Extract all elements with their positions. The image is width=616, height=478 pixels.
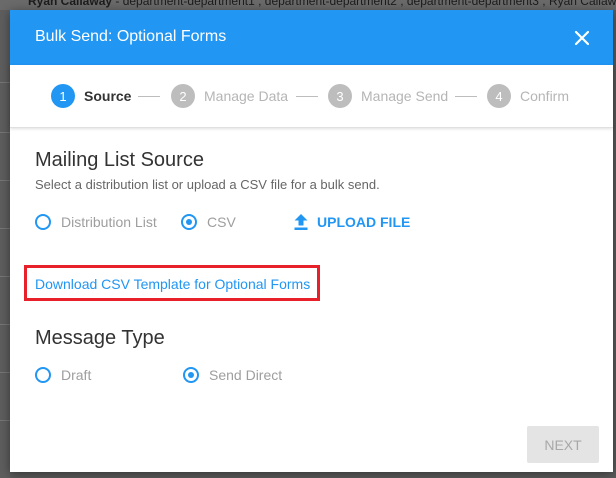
upload-file-button[interactable]: UPLOAD FILE: [293, 213, 410, 231]
dialog-title: Bulk Send: Optional Forms: [35, 28, 227, 45]
backdrop-departments: - department-department1 , department-de…: [112, 0, 616, 8]
radio-send-direct[interactable]: Send Direct: [183, 367, 282, 383]
radio-label: Draft: [61, 367, 92, 383]
step-source[interactable]: 1 Source: [51, 84, 131, 108]
radio-label: CSV: [207, 214, 236, 230]
backdrop-header: Ryan Callaway - department-department1 ,…: [0, 0, 616, 10]
radio-draft[interactable]: Draft: [35, 367, 91, 383]
backdrop-user-text: Ryan Callaway - department-department1 ,…: [28, 0, 616, 8]
upload-icon: [294, 214, 308, 230]
radio-distribution-list[interactable]: Distribution List: [35, 214, 157, 230]
radio-circle[interactable]: [35, 214, 51, 230]
message-type-title: Message Type: [35, 327, 165, 349]
backdrop-divider: [0, 420, 10, 421]
step-manage-data[interactable]: 2 Manage Data: [171, 84, 288, 108]
backdrop-divider: [0, 132, 10, 133]
radio-circle[interactable]: [183, 367, 199, 383]
mailing-list-source-title: Mailing List Source: [35, 149, 204, 171]
radio-circle[interactable]: [181, 214, 197, 230]
close-icon: [574, 30, 590, 46]
backdrop-divider: [0, 324, 10, 325]
backdrop-divider: [0, 276, 10, 277]
step-connector: [138, 96, 160, 97]
stepper: 1 Source 2 Manage Data 3 Manage Send 4 C…: [10, 65, 613, 128]
backdrop-left-column: [0, 10, 10, 478]
backdrop-divider: [0, 82, 10, 83]
step-label: Manage Send: [361, 88, 449, 104]
close-button[interactable]: [571, 27, 593, 49]
backdrop-divider: [0, 180, 10, 181]
step-label: Manage Data: [204, 88, 289, 104]
step-number: 4: [487, 84, 511, 108]
step-number: 2: [171, 84, 195, 108]
step-label: Source: [84, 88, 132, 104]
backdrop-divider: [0, 228, 10, 229]
step-label: Confirm: [520, 88, 570, 104]
download-csv-template-link[interactable]: Download CSV Template for Optional Forms: [35, 276, 310, 292]
step-connector: [296, 96, 318, 97]
radio-csv[interactable]: CSV: [181, 214, 236, 230]
step-confirm[interactable]: 4 Confirm: [487, 84, 569, 108]
backdrop-divider: [0, 372, 10, 373]
csv-template-highlight: Download CSV Template for Optional Forms: [24, 265, 320, 301]
step-number: 3: [328, 84, 352, 108]
step-manage-send[interactable]: 3 Manage Send: [328, 84, 448, 108]
step-connector: [455, 96, 477, 97]
upload-file-label: UPLOAD FILE: [317, 214, 411, 230]
radio-label: Send Direct: [209, 367, 283, 383]
radio-circle[interactable]: [35, 367, 51, 383]
radio-label: Distribution List: [61, 214, 157, 230]
backdrop-user-name: Ryan Callaway: [28, 0, 113, 8]
next-button[interactable]: NEXT: [527, 426, 599, 463]
mailing-list-source-description: Select a distribution list or upload a C…: [35, 177, 380, 192]
dialog-header: Bulk Send: Optional Forms: [10, 10, 613, 65]
bulk-send-dialog: Bulk Send: Optional Forms 1 Source 2 Man…: [10, 10, 613, 472]
step-number: 1: [51, 84, 75, 108]
